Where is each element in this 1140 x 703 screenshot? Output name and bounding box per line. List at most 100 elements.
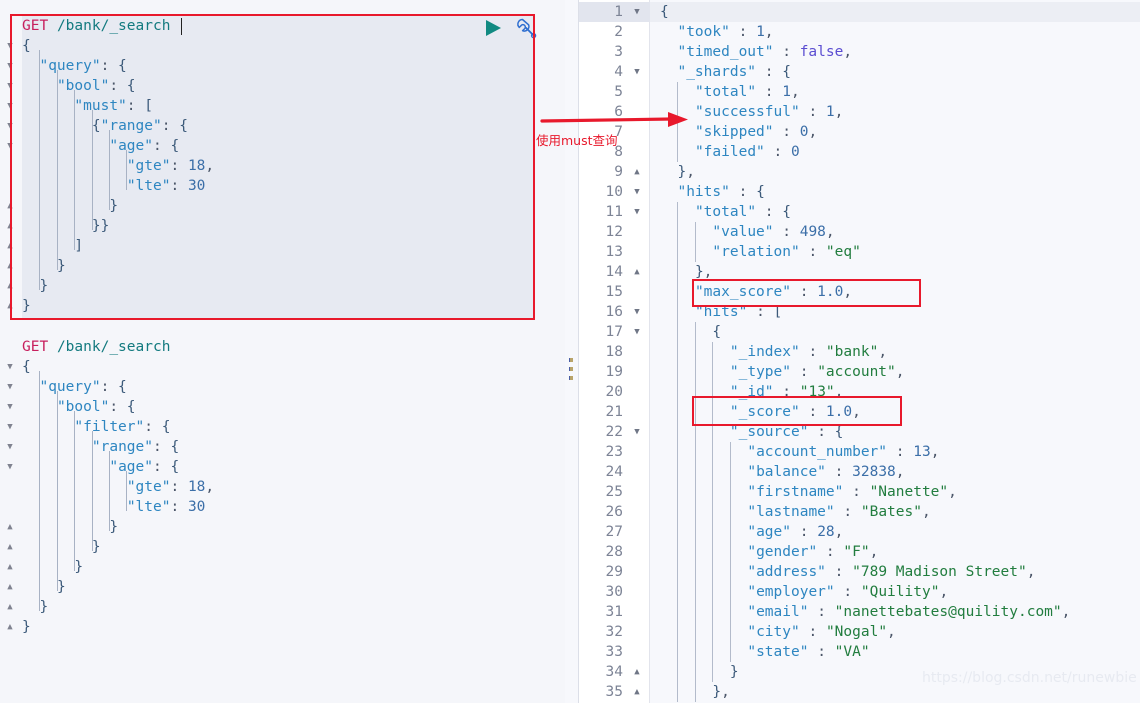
request-2-code[interactable]: GET /bank/_search{ "query": { "bool": { … xyxy=(22,337,214,637)
response-line: "address" : "789 Madison Street", xyxy=(747,564,1036,580)
request-editor-pane[interactable]: ▼ ▼ ▼ ▼ ▼ ▼ ▲ ▲ ▲ ▲ ▲ ▲ ▼ ▼ ▼ ▼ ▼ ▼ ▲ ▲ ▲ ▲ ▲ ▲ GET /bank/_sear… xyxy=(0,0,565,703)
fold-close-marker[interactable]: ▲ xyxy=(4,280,16,292)
response-line-number: 18 xyxy=(605,344,623,360)
response-line: "balance" : 32838, xyxy=(747,464,905,480)
request-1-code[interactable]: GET /bank/_search{ "query": { "bool": { … xyxy=(22,16,214,316)
indent-guide xyxy=(92,110,93,230)
response-line: "timed_out" : false, xyxy=(677,44,853,60)
response-line: "_shards" : { xyxy=(677,64,791,80)
response-line: "_score" : 1.0, xyxy=(729,404,861,420)
pane-splitter[interactable] xyxy=(565,0,579,703)
fold-close-marker[interactable]: ▲ xyxy=(4,601,16,613)
fold-close-marker[interactable]: ▲ xyxy=(4,200,16,212)
response-line-number: 4 xyxy=(614,64,623,80)
splitter-drag-handle-icon[interactable] xyxy=(569,358,574,385)
response-line: "age" : 28, xyxy=(747,524,844,540)
fold-close-marker[interactable]: ▲ xyxy=(4,300,16,312)
indent-guide xyxy=(712,342,713,682)
fold-open-marker[interactable]: ▼ xyxy=(4,421,16,433)
fold-close-marker[interactable]: ▲ xyxy=(4,240,16,252)
indent-guide xyxy=(677,82,678,162)
response-line: "_index" : "bank", xyxy=(729,344,888,360)
wrench-icon[interactable] xyxy=(515,17,537,39)
fold-close-marker[interactable]: ▲ xyxy=(4,621,16,633)
fold-open-marker[interactable]: ▼ xyxy=(4,40,16,52)
fold-open-marker[interactable]: ▼ xyxy=(631,322,643,342)
response-line: "account_number" : 13, xyxy=(747,444,940,460)
response-line-number: 35 xyxy=(605,684,623,700)
fold-open-marker[interactable]: ▼ xyxy=(631,62,643,82)
response-line-number: 3 xyxy=(614,44,623,60)
fold-open-marker[interactable]: ▼ xyxy=(4,100,16,112)
response-line-number: 14 xyxy=(605,264,623,280)
response-line: { xyxy=(712,324,722,340)
response-line-number: 11 xyxy=(605,204,623,220)
indent-guide xyxy=(74,411,75,571)
response-line-number: 9 xyxy=(614,164,623,180)
response-line-number: 15 xyxy=(605,284,623,300)
fold-open-marker[interactable]: ▼ xyxy=(4,120,16,132)
fold-close-marker[interactable]: ▲ xyxy=(631,162,643,182)
response-line-number: 23 xyxy=(605,444,623,460)
response-line: "_type" : "account", xyxy=(729,364,905,380)
response-line: "took" : 1, xyxy=(677,24,774,40)
indent-guide xyxy=(109,130,110,210)
fold-open-marker[interactable]: ▼ xyxy=(4,381,16,393)
response-line: "skipped" : 0, xyxy=(694,124,818,140)
fold-open-marker[interactable]: ▼ xyxy=(631,422,643,442)
indent-guide xyxy=(677,202,678,702)
response-line: "total" : { xyxy=(694,204,791,220)
fold-open-marker[interactable]: ▼ xyxy=(631,202,643,222)
response-line: "successful" : 1, xyxy=(694,104,844,120)
response-line-number: 25 xyxy=(605,484,623,500)
fold-close-marker[interactable]: ▲ xyxy=(631,662,643,682)
response-line: "max_score" : 1.0, xyxy=(694,284,853,300)
indent-guide xyxy=(126,471,127,511)
response-line: "_id" : "13", xyxy=(729,384,844,400)
response-line-number: 21 xyxy=(605,404,623,420)
response-line: "relation" : "eq" xyxy=(712,244,861,260)
indent-guide xyxy=(92,431,93,551)
fold-open-marker[interactable]: ▼ xyxy=(4,461,16,473)
fold-open-marker[interactable]: ▼ xyxy=(4,60,16,72)
fold-open-marker[interactable]: ▼ xyxy=(4,140,16,152)
response-line-number: 29 xyxy=(605,564,623,580)
response-line-number: 32 xyxy=(605,624,623,640)
fold-open-marker[interactable]: ▼ xyxy=(4,80,16,92)
indent-guide xyxy=(695,222,696,262)
send-request-play-icon[interactable] xyxy=(483,18,503,38)
response-line-number: 34 xyxy=(605,664,623,680)
fold-close-marker[interactable]: ▲ xyxy=(4,561,16,573)
fold-close-marker[interactable]: ▲ xyxy=(631,262,643,282)
fold-close-marker[interactable]: ▲ xyxy=(4,541,16,553)
response-code[interactable]: { "took" : 1, "timed_out" : false, "_sha… xyxy=(660,2,1070,702)
fold-open-marker[interactable]: ▼ xyxy=(4,401,16,413)
fold-open-marker[interactable]: ▼ xyxy=(4,361,16,373)
indent-guide xyxy=(695,322,696,702)
response-line: "failed" : 0 xyxy=(694,144,800,160)
fold-open-marker[interactable]: ▼ xyxy=(631,182,643,202)
request-fold-gutter[interactable]: ▼ ▼ ▼ ▼ ▼ ▼ ▲ ▲ ▲ ▲ ▲ ▲ ▼ ▼ ▼ ▼ ▼ ▼ ▲ ▲ ▲ ▲ ▲ ▲ xyxy=(0,0,22,703)
response-line-number: 10 xyxy=(605,184,623,200)
fold-close-marker[interactable]: ▲ xyxy=(4,260,16,272)
response-line: }, xyxy=(677,164,695,180)
text-caret xyxy=(181,18,182,35)
response-viewer-pane[interactable]: 1 ▼ 2 3 4 ▼ 5 6 7 8 9 ▲ 10 ▼ 11 ▼ 12 13 14 ▲ 15 16 ▼ 17 ▼ 18 19 20 2… xyxy=(579,0,1140,703)
indent-guide xyxy=(74,90,75,250)
fold-open-marker[interactable]: ▼ xyxy=(631,302,643,322)
fold-close-marker[interactable]: ▲ xyxy=(4,581,16,593)
fold-open-marker[interactable]: ▼ xyxy=(631,2,643,22)
response-line-number: 22 xyxy=(605,424,623,440)
fold-open-marker[interactable]: ▼ xyxy=(4,441,16,453)
response-line: "lastname" : "Bates", xyxy=(747,504,931,520)
fold-close-marker[interactable]: ▲ xyxy=(4,220,16,232)
indent-guide xyxy=(730,442,731,662)
indent-guide xyxy=(126,150,127,190)
response-line: }, xyxy=(694,264,713,280)
response-line: "gender" : "F", xyxy=(747,544,879,560)
fold-close-marker[interactable]: ▲ xyxy=(631,682,643,702)
response-line: "hits" : [ xyxy=(694,304,783,320)
response-line-number: 28 xyxy=(605,544,623,560)
response-line-number: 5 xyxy=(614,84,623,100)
fold-close-marker[interactable]: ▲ xyxy=(4,521,16,533)
